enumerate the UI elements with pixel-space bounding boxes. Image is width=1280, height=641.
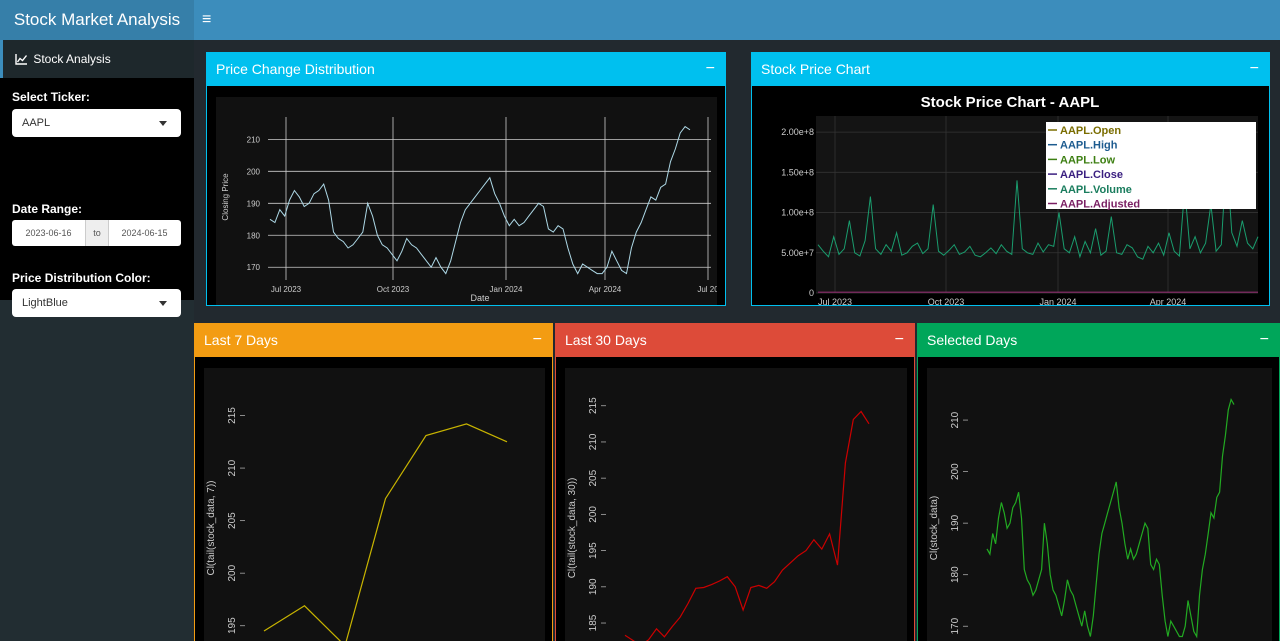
sidebar-controls: Select Ticker: AAPL Date Range: 2023-06-…: [0, 78, 194, 317]
plot-background: [216, 97, 717, 305]
y-axis-label: Closing Price: [221, 173, 230, 221]
y-tick-label: 180: [247, 231, 261, 240]
price-distribution-plot: Jul 2023 Oct 2023 Jan 2024 Apr 2024 Jul 20 17…: [216, 97, 717, 305]
chart-title: Stock Price Chart - AAPL: [921, 94, 1100, 111]
legend-label: AAPL.Volume: [1060, 184, 1132, 196]
ticker-select[interactable]: AAPL: [12, 109, 181, 137]
y-tick-label: 190: [950, 514, 961, 531]
legend-label: AAPL.Adjusted: [1060, 199, 1140, 211]
y-tick-label: 200: [950, 463, 961, 480]
date-range-input: 2023-06-16 to 2024-06-15: [12, 220, 181, 246]
collapse-icon[interactable]: −: [1250, 53, 1259, 84]
y-tick-label: 170: [247, 263, 261, 272]
x-axis-label: Date: [470, 293, 489, 303]
stock-price-box: Stock Price Chart − Stock Price Chart - …: [751, 52, 1270, 306]
x-tick-label: Jul 2023: [271, 285, 302, 294]
collapse-icon[interactable]: −: [1260, 324, 1269, 355]
y-tick-label: 185: [588, 614, 599, 631]
y-tick-label: 190: [588, 578, 599, 595]
y-tick-label: 215: [227, 407, 238, 424]
legend-label: AAPL.Low: [1060, 154, 1115, 166]
selected-days-header: Selected Days −: [918, 324, 1279, 357]
sidebar: Stock Analysis Select Ticker: AAPL Date …: [0, 40, 194, 641]
legend-label: AAPL.High: [1060, 140, 1118, 152]
collapse-icon[interactable]: −: [706, 53, 715, 84]
y-tick-label: 200: [588, 506, 599, 523]
selected-days-plot: 170 180 190 200 210 Cl(stock_data): [927, 368, 1272, 641]
y-tick-label: 205: [227, 512, 238, 529]
sidebar-item-label: Stock Analysis: [33, 52, 111, 66]
y-tick-label: 195: [227, 617, 238, 634]
price-distribution-box: Price Change Distribution − Jul 2023 Oct …: [206, 52, 726, 306]
y-tick-label: 0: [809, 288, 814, 298]
collapse-icon[interactable]: −: [533, 324, 542, 355]
y-tick-label: 200: [247, 167, 261, 176]
stock-price-plot: Stock Price Chart - AAPL Jul 2023 Oct 2023…: [752, 88, 1269, 305]
y-axis-label: Cl(tail(stock_data, 30)): [567, 478, 578, 579]
y-tick-label: 200: [227, 564, 238, 581]
selected-days-box: Selected Days − 170 180 190 200 210 Cl(stock_…: [917, 323, 1280, 641]
sidebar-item-stock-analysis[interactable]: Stock Analysis: [0, 40, 194, 78]
date-range-separator: to: [85, 220, 109, 246]
y-tick-label: 1.00e+8: [781, 208, 814, 218]
box-title: Last 30 Days: [565, 332, 647, 348]
y-tick-label: 190: [247, 199, 261, 208]
y-tick-label: 195: [588, 542, 599, 559]
ticker-label: Select Ticker:: [12, 90, 90, 104]
stock-price-header: Stock Price Chart −: [752, 53, 1269, 86]
last-30-days-header: Last 30 Days −: [556, 324, 914, 357]
y-tick-label: 210: [588, 433, 599, 450]
y-tick-label: 210: [227, 459, 238, 476]
date-start-input[interactable]: 2023-06-16: [12, 220, 85, 246]
x-tick-label: Jan 2024: [490, 285, 523, 294]
y-tick-label: 180: [950, 566, 961, 583]
color-label: Price Distribution Color:: [12, 271, 151, 285]
box-title: Stock Price Chart: [761, 61, 870, 77]
y-tick-label: 205: [588, 469, 599, 486]
y-tick-label: 1.50e+8: [781, 167, 814, 177]
collapse-icon[interactable]: −: [895, 324, 904, 355]
y-tick-label: 210: [247, 135, 261, 144]
ticker-value: AAPL: [22, 117, 51, 129]
y-tick-label: 210: [950, 411, 961, 428]
sidebar-toggle-icon[interactable]: ≡: [202, 0, 211, 40]
plot-background: [204, 368, 545, 641]
last-7-days-header: Last 7 Days −: [195, 324, 552, 357]
app-title: Stock Market Analysis: [0, 0, 194, 40]
y-tick-label: 2.00e+8: [781, 127, 814, 137]
y-tick-label: 5.00e+7: [781, 248, 814, 258]
legend-label: AAPL.Open: [1060, 125, 1121, 137]
y-axis-label: Cl(stock_data): [929, 496, 940, 560]
plot-background: [927, 368, 1272, 641]
y-axis-label: Cl(tail(stock_data, 7)): [206, 480, 217, 575]
x-tick-label: Apr 2024: [1150, 297, 1187, 305]
x-tick-label: Oct 2023: [377, 285, 410, 294]
x-tick-label: Oct 2023: [928, 297, 965, 305]
last-7-days-plot: 195 200 205 210 215 Cl(tail(stock_data, 7)): [204, 368, 545, 641]
top-header: Stock Market Analysis ≡: [0, 0, 1280, 40]
date-end-input[interactable]: 2024-06-15: [108, 220, 181, 246]
last-30-days-plot: 185 190 195 200 205 210 215 Cl(tail(stock_data,…: [565, 368, 907, 641]
plot-background: [565, 368, 907, 641]
last-7-days-box: Last 7 Days − 195 200 205 210 215 Cl(tail(sto…: [194, 323, 553, 641]
box-title: Last 7 Days: [204, 332, 278, 348]
y-tick-label: 215: [588, 397, 599, 414]
caret-down-icon: [159, 121, 167, 126]
date-range-label: Date Range:: [12, 202, 83, 216]
caret-down-icon: [159, 301, 167, 306]
x-tick-label: Apr 2024: [589, 285, 622, 294]
y-tick-label: 170: [950, 617, 961, 634]
box-title: Price Change Distribution: [216, 61, 375, 77]
price-distribution-header: Price Change Distribution −: [207, 53, 725, 86]
last-30-days-box: Last 30 Days − 185 190 195 200 205 210 215 Cl(t…: [555, 323, 915, 641]
color-value: LightBlue: [22, 297, 68, 309]
line-chart-icon: [15, 54, 28, 65]
legend-label: AAPL.Close: [1060, 169, 1123, 181]
color-select[interactable]: LightBlue: [12, 289, 181, 317]
x-tick-label: Jul 2023: [818, 297, 852, 305]
x-tick-label: Jan 2024: [1039, 297, 1076, 305]
x-tick-label: Jul 20: [697, 285, 717, 294]
box-title: Selected Days: [927, 332, 1018, 348]
